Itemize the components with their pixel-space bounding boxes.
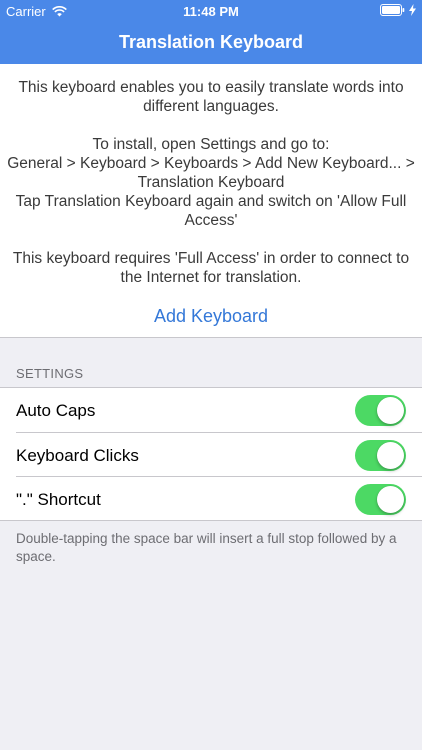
status-time: 11:48 PM <box>183 4 239 19</box>
settings-row-keyboard-clicks: Keyboard Clicks <box>0 433 422 477</box>
status-right-group <box>380 4 416 16</box>
info-text: This keyboard enables you to easily tran… <box>0 78 422 287</box>
period-shortcut-label: "." Shortcut <box>16 490 101 509</box>
auto-caps-label: Auto Caps <box>16 401 96 420</box>
install-title: To install, open Settings and go to: <box>92 136 330 153</box>
settings-footer-note: Double-tapping the space bar will insert… <box>16 531 397 564</box>
add-keyboard-button[interactable]: Add Keyboard <box>0 306 422 327</box>
info-card: This keyboard enables you to easily tran… <box>0 64 422 338</box>
bolt-icon <box>409 4 416 16</box>
install-step: Tap Translation Keyboard again and switc… <box>15 193 407 229</box>
navigation-bar: Carrier 11:48 PM Translation Keyboard <box>0 0 422 64</box>
toggle-knob <box>377 486 404 513</box>
settings-row-period-shortcut: "." Shortcut <box>0 477 422 522</box>
toggle-knob <box>377 441 404 469</box>
install-path: General > Keyboard > Keyboards > Add New… <box>7 155 415 191</box>
status-bar: Carrier 11:48 PM <box>0 0 422 22</box>
period-shortcut-toggle[interactable] <box>355 484 406 515</box>
toggle-knob <box>377 397 404 424</box>
settings-group: Auto Caps Keyboard Clicks "." Shortcut <box>0 387 422 521</box>
auto-caps-toggle[interactable] <box>355 395 406 426</box>
settings-section-header: SETTINGS <box>16 366 84 381</box>
settings-row-auto-caps: Auto Caps <box>0 388 422 433</box>
keyboard-clicks-label: Keyboard Clicks <box>16 445 139 465</box>
keyboard-clicks-toggle[interactable] <box>355 439 406 471</box>
intro-text: This keyboard enables you to easily tran… <box>18 79 404 115</box>
access-note: This keyboard requires 'Full Access' in … <box>12 250 410 286</box>
battery-icon <box>380 4 405 16</box>
page-title: Translation Keyboard <box>118 32 304 52</box>
